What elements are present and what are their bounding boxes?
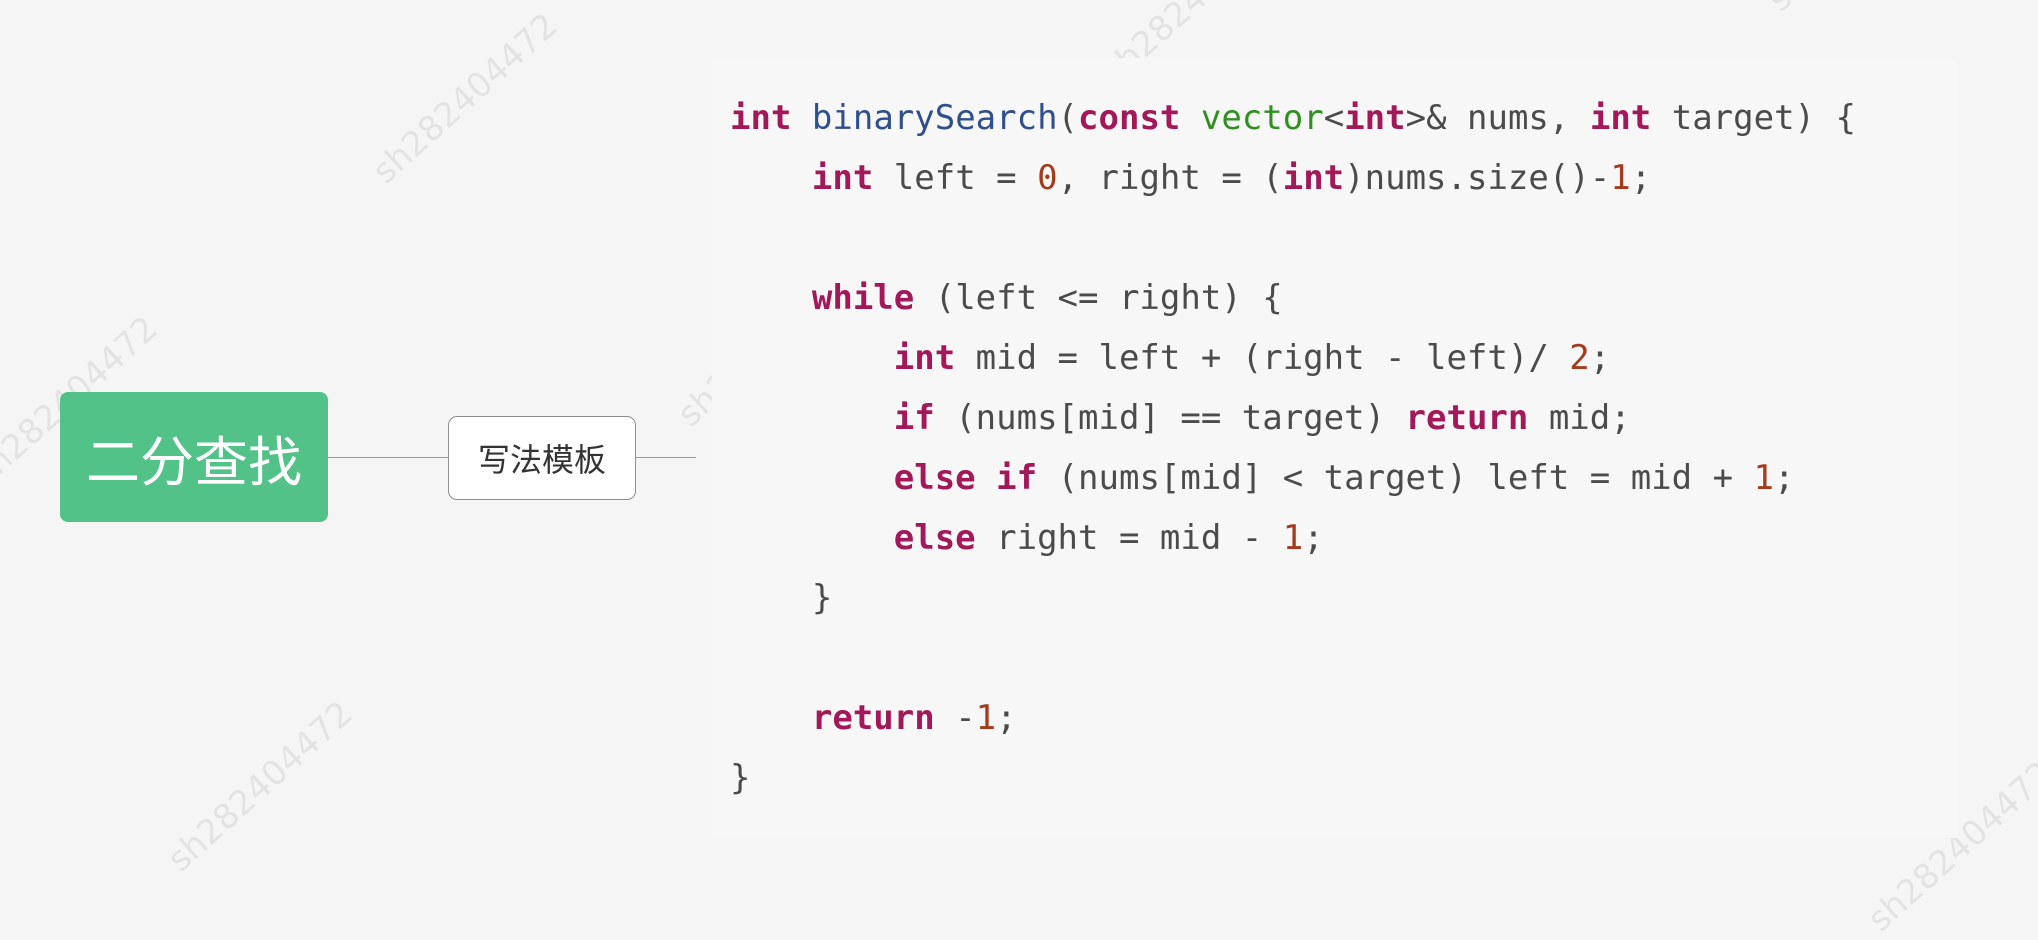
code-token: (	[1057, 98, 1079, 138]
code-token: if	[996, 458, 1038, 498]
code-line: int mid = left + (right - left)/ 2;	[730, 328, 1856, 388]
code-line: }	[730, 568, 1856, 628]
code-token: ;	[1303, 518, 1324, 558]
code-token: binarySearch	[811, 98, 1058, 138]
code-block: int binarySearch(const vector<int>& nums…	[730, 88, 1856, 808]
code-token: 2	[1569, 338, 1590, 378]
code-token: const	[1078, 98, 1181, 138]
code-line: else right = mid - 1;	[730, 508, 1856, 568]
code-token: else	[893, 518, 976, 558]
code-line: int left = 0, right = (int)nums.size()-1…	[730, 148, 1856, 208]
watermark-text: sh282404472	[365, 5, 566, 192]
code-token: 1	[1753, 458, 1775, 498]
code-line: else if (nums[mid] < target) left = mid …	[730, 448, 1856, 508]
mindmap-child-node[interactable]: 写法模板	[448, 416, 636, 500]
mindmap-root-label: 二分查找	[86, 430, 302, 494]
code-token: 1	[1610, 158, 1631, 198]
code-token: else	[893, 458, 976, 498]
code-token: int	[811, 158, 874, 198]
code-token: )nums.size()-	[1344, 158, 1611, 198]
code-token: ;	[1589, 338, 1611, 378]
code-token: return	[811, 698, 935, 738]
code-token: vector	[1200, 98, 1324, 138]
code-token: target) {	[1651, 98, 1856, 138]
code-token: if	[893, 398, 935, 438]
code-token: (nums[mid] < target) left = mid +	[1037, 458, 1754, 498]
code-token: 0	[1037, 158, 1058, 198]
code-token: int	[730, 98, 792, 138]
connector-line-root-to-child	[328, 457, 448, 458]
code-token: >& nums,	[1405, 98, 1590, 138]
code-token: ;	[996, 698, 1017, 738]
connector-line-child-to-code	[636, 457, 696, 458]
code-token: mid = left + (right - left)/	[955, 338, 1570, 378]
code-token: return	[1405, 398, 1529, 438]
code-token: 1	[1282, 518, 1304, 558]
code-line: return -1;	[730, 688, 1856, 748]
mindmap-child-label: 写法模板	[477, 441, 606, 479]
code-token: -	[934, 698, 976, 738]
code-line: int binarySearch(const vector<int>& nums…	[730, 88, 1856, 148]
mindmap-root-node[interactable]: 二分查找	[60, 392, 328, 522]
code-token: int	[1344, 98, 1406, 138]
code-token: int	[1589, 98, 1652, 138]
code-token: }	[730, 758, 751, 798]
code-token: ;	[1630, 158, 1652, 198]
code-token: mid;	[1528, 398, 1631, 438]
code-token: (left <= right) {	[914, 278, 1283, 318]
code-line: if (nums[mid] == target) return mid;	[730, 388, 1856, 448]
watermark-text: sh282404472	[1760, 0, 1961, 20]
code-token: while	[811, 278, 915, 318]
code-token: int	[1282, 158, 1345, 198]
code-token: 1	[975, 698, 997, 738]
code-token: }	[730, 578, 833, 618]
code-line: while (left <= right) {	[730, 268, 1856, 328]
code-token: left =	[873, 158, 1038, 198]
code-token: right = mid -	[975, 518, 1283, 558]
code-line: }	[730, 748, 1856, 808]
code-token: <	[1323, 98, 1345, 138]
code-token: int	[893, 338, 956, 378]
code-token: , right = (	[1057, 158, 1283, 198]
watermark-text: sh282404472	[160, 693, 361, 880]
code-token: ;	[1774, 458, 1795, 498]
code-token: (nums[mid] == target)	[934, 398, 1406, 438]
